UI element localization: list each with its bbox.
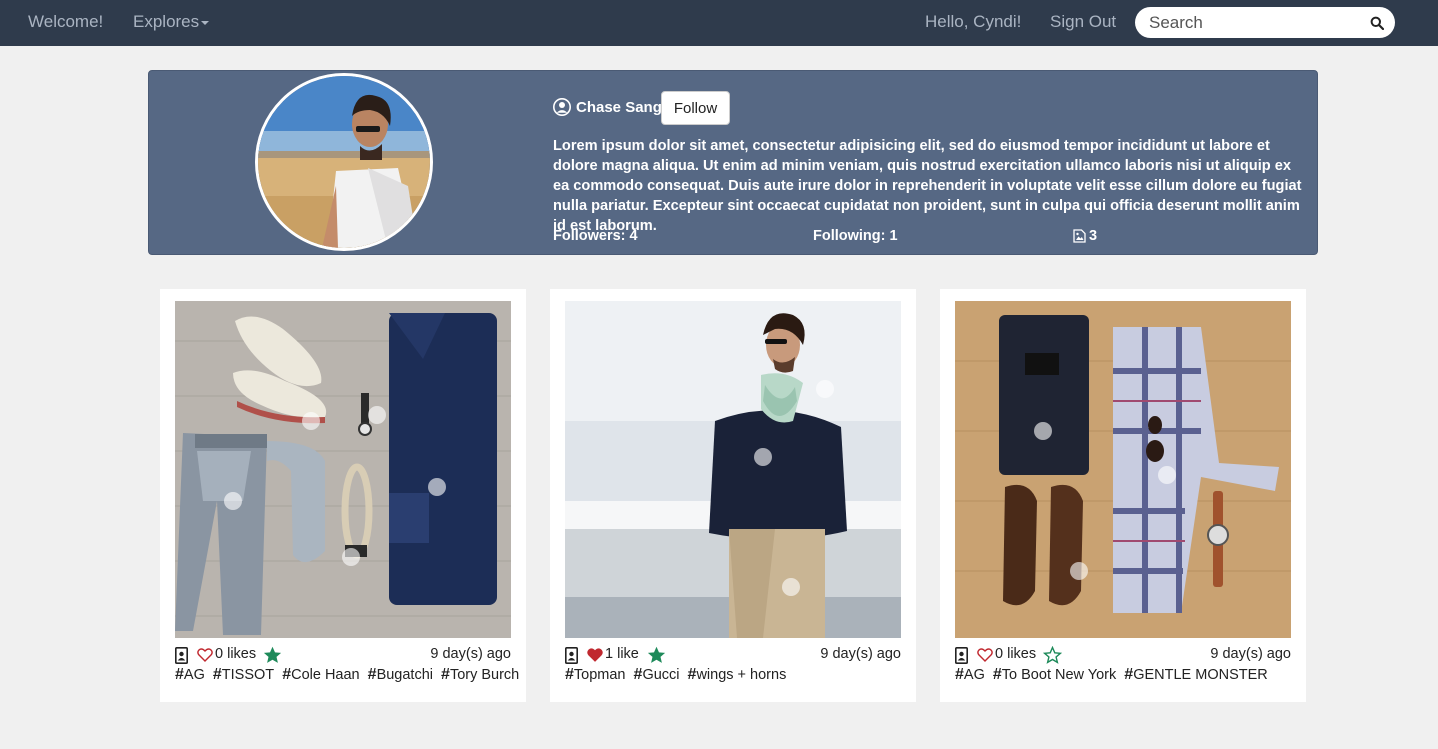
post-detail-icon[interactable] <box>175 647 188 664</box>
post-tags: #AG #To Boot New York #GENTLE MONSTER <box>955 666 1291 684</box>
post-date: 9 day(s) ago <box>820 646 901 662</box>
caret-down-icon <box>201 20 210 25</box>
post-meta: 0 likes 9 day(s) ago <box>955 645 1291 665</box>
nav-greeting-link[interactable]: Hello, Cyndi! <box>925 12 1021 32</box>
nav-explores-label: Explores <box>133 12 200 31</box>
username-block: Chase Sang <box>553 98 662 116</box>
star-filled-icon[interactable] <box>263 646 282 664</box>
user-circle-icon <box>553 98 571 116</box>
post-photo-image <box>175 301 511 638</box>
star-filled-icon[interactable] <box>647 646 666 664</box>
hashtag[interactable]: #AG <box>955 666 985 683</box>
hashtag[interactable]: #AG <box>175 666 205 683</box>
post-detail-icon[interactable] <box>565 647 578 664</box>
likes-count: 0 likes <box>995 646 1037 662</box>
hashtag[interactable]: #Tory Burch <box>441 666 519 683</box>
sign-out-link[interactable]: Sign Out <box>1050 12 1116 32</box>
nav-welcome-link[interactable]: Welcome! <box>28 12 103 32</box>
post-tags: #AG #TISSOT #Cole Haan #Bugatchi #Tory B… <box>175 666 519 684</box>
followers-count[interactable]: Followers: 4 <box>553 228 638 244</box>
avatar-photo <box>258 76 430 248</box>
hashtag[interactable]: #Topman <box>565 666 626 683</box>
hashtag[interactable]: #GENTLE MONSTER <box>1124 666 1267 683</box>
hashtag[interactable]: #Cole Haan <box>282 666 359 683</box>
heart-outline-icon[interactable] <box>977 648 993 662</box>
post-date: 9 day(s) ago <box>430 646 511 662</box>
search-icon[interactable] <box>1370 16 1384 30</box>
heart-outline-icon[interactable] <box>197 648 213 662</box>
following-count[interactable]: Following: 1 <box>813 228 898 244</box>
post-photo[interactable] <box>955 301 1291 638</box>
hashtag[interactable]: #wings + horns <box>688 666 787 683</box>
post-card: 0 likes 9 day(s) ago #AG #TISSOT #Cole H… <box>160 289 526 702</box>
posts-count-value: 3 <box>1089 228 1098 244</box>
post-photo[interactable] <box>565 301 901 638</box>
search-box <box>1135 7 1395 38</box>
profile-username[interactable]: Chase Sang <box>576 99 662 116</box>
likes-count: 0 likes <box>215 646 257 662</box>
post-tags: #Topman #Gucci #wings + horns <box>565 666 901 684</box>
post-detail-icon[interactable] <box>955 647 968 664</box>
hashtag[interactable]: #TISSOT <box>213 666 274 683</box>
heart-filled-icon[interactable] <box>587 648 603 662</box>
hashtag[interactable]: #Gucci <box>634 666 680 683</box>
hashtag[interactable]: #Bugatchi <box>368 666 433 683</box>
hashtag[interactable]: #To Boot New York <box>993 666 1116 683</box>
profile-panel: Chase Sang Follow Lorem ipsum dolor sit … <box>148 70 1318 255</box>
post-meta: 0 likes 9 day(s) ago <box>175 645 511 665</box>
profile-avatar[interactable] <box>255 73 433 251</box>
image-file-icon <box>1073 229 1086 243</box>
post-photo-image <box>565 301 901 638</box>
post-card: 0 likes 9 day(s) ago #AG #To Boot New Yo… <box>940 289 1306 702</box>
profile-bio: Lorem ipsum dolor sit amet, consectetur … <box>553 138 1302 234</box>
follow-button[interactable]: Follow <box>661 91 730 125</box>
nav-explores-dropdown[interactable]: Explores <box>133 12 210 32</box>
post-date: 9 day(s) ago <box>1210 646 1291 662</box>
likes-count: 1 like <box>605 646 639 662</box>
star-outline-icon[interactable] <box>1043 646 1062 664</box>
post-meta: 1 like 9 day(s) ago <box>565 645 901 665</box>
post-photo-image <box>955 301 1291 638</box>
posts-count: 3 <box>1073 228 1097 244</box>
top-navbar: Welcome! Explores Hello, Cyndi! Sign Out <box>0 0 1438 46</box>
post-photo[interactable] <box>175 301 511 638</box>
search-input[interactable] <box>1149 12 1359 33</box>
post-card: 1 like 9 day(s) ago #Topman #Gucci #wing… <box>550 289 916 702</box>
